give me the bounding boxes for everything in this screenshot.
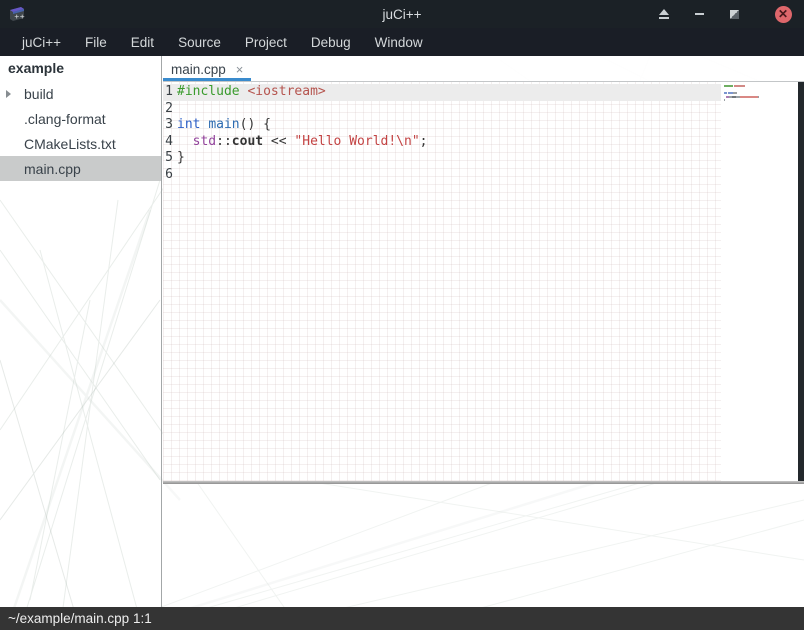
titlebar: ++ juCi++ ✕ — [0, 0, 804, 28]
restore-icon — [730, 10, 739, 19]
close-button[interactable]: ✕ — [774, 5, 792, 23]
menu-edit[interactable]: Edit — [119, 31, 166, 54]
restore-button[interactable] — [725, 5, 743, 23]
menu-debug[interactable]: Debug — [299, 31, 363, 54]
statusbar: ~/example/main.cpp 1:1 — [0, 607, 804, 630]
tree-item-label: main.cpp — [0, 161, 81, 177]
file-tree: build .clang-format CMakeLists.txt main.cpp — [0, 81, 161, 181]
menu-project[interactable]: Project — [233, 31, 299, 54]
tabbar: main.cpp × — [163, 56, 804, 82]
code-text: } — [173, 150, 185, 167]
minimap-line — [724, 85, 798, 87]
minimap-line — [724, 89, 798, 91]
menubar: juCi++FileEditSourceProjectDebugWindow — [0, 28, 804, 56]
project-root-label: example — [0, 56, 161, 81]
svg-text:++: ++ — [14, 13, 25, 21]
line-number: 6 — [163, 167, 173, 184]
window-controls: ✕ — [655, 5, 804, 23]
menu-file[interactable]: File — [73, 31, 119, 54]
tab-label: main.cpp — [171, 62, 226, 77]
menu-window[interactable]: Window — [363, 31, 435, 54]
minimap-line — [724, 96, 798, 98]
sidebar: example build .clang-format CMakeLists.txt… — [0, 56, 162, 607]
code-line-5: 5} — [163, 150, 721, 167]
tree-item--clang-format[interactable]: .clang-format — [0, 106, 161, 131]
code-text: std::cout << "Hello World!\n"; — [173, 134, 427, 151]
shade-button[interactable] — [655, 5, 673, 23]
line-number: 4 — [163, 134, 173, 151]
minimize-icon — [695, 13, 704, 15]
tree-item-build[interactable]: build — [0, 81, 161, 106]
code-line-2: 2 — [163, 101, 721, 118]
code-line-1: 1#include <iostream> — [163, 84, 721, 101]
code-editor[interactable]: 1#include <iostream>23int main() {4 std:… — [163, 82, 804, 481]
vertical-scrollbar[interactable] — [798, 82, 804, 481]
code-area: 1#include <iostream>23int main() {4 std:… — [163, 82, 721, 481]
close-icon: ✕ — [775, 6, 792, 23]
app-icon: ++ — [7, 4, 27, 24]
eject-icon — [659, 9, 669, 19]
tree-item-label: .clang-format — [0, 111, 106, 127]
menu-juci-[interactable]: juCi++ — [10, 31, 73, 54]
menu-source[interactable]: Source — [166, 31, 233, 54]
code-line-6: 6 — [163, 167, 721, 184]
tree-item-label: build — [16, 86, 54, 102]
minimap[interactable] — [721, 82, 798, 481]
editor-pane: main.cpp × 1#include <iostream>23int mai… — [163, 56, 804, 607]
code-text — [173, 101, 177, 118]
line-number: 2 — [163, 101, 173, 118]
minimap-line — [724, 103, 798, 105]
line-number: 1 — [163, 84, 173, 101]
tab-close-icon[interactable]: × — [236, 62, 244, 77]
line-number: 5 — [163, 150, 173, 167]
code-text: #include <iostream> — [173, 84, 326, 101]
code-line-3: 3int main() { — [163, 117, 721, 134]
active-tab-indicator — [163, 78, 251, 81]
expander-icon[interactable] — [0, 90, 16, 98]
line-number: 3 — [163, 117, 173, 134]
code-text — [173, 167, 177, 184]
minimize-button[interactable] — [690, 5, 708, 23]
status-location: ~/example/main.cpp 1:1 — [8, 611, 152, 626]
code-line-4: 4 std::cout << "Hello World!\n"; — [163, 134, 721, 151]
minimap-line — [724, 99, 798, 101]
code-text: int main() { — [173, 117, 271, 134]
minimap-line — [724, 92, 798, 94]
tree-item-cmakelists-txt[interactable]: CMakeLists.txt — [0, 131, 161, 156]
tree-item-main-cpp[interactable]: main.cpp — [0, 156, 161, 181]
terminal-panel[interactable] — [163, 484, 804, 607]
tree-item-label: CMakeLists.txt — [0, 136, 116, 152]
